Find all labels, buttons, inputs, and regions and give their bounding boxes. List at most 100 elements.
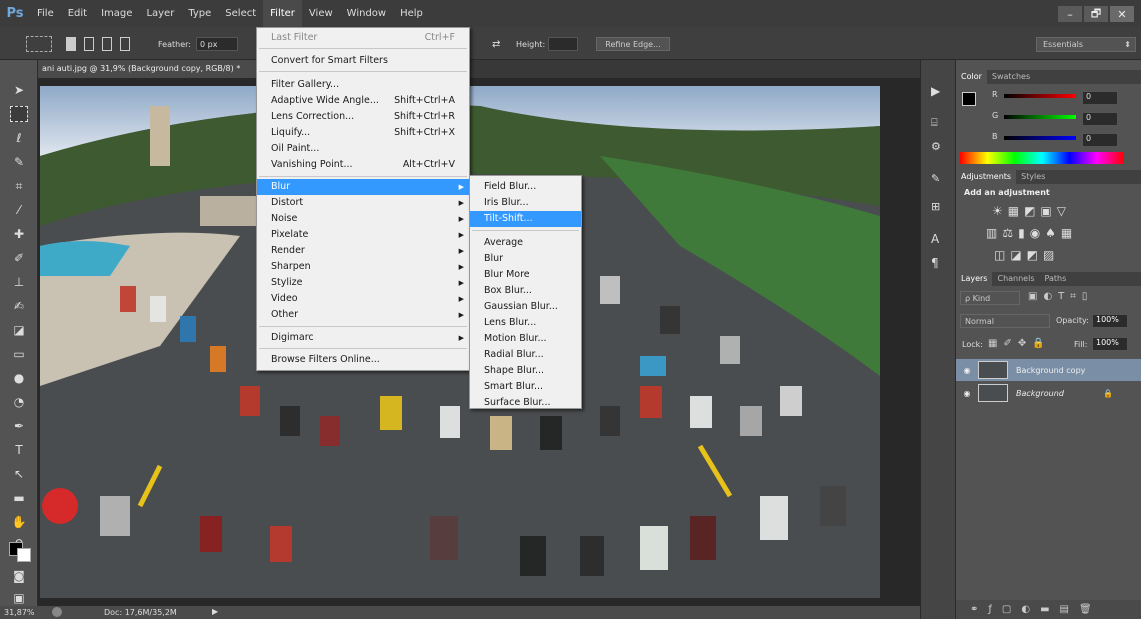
rectangle-tool-icon[interactable]: ▬ [10, 490, 28, 506]
tab-swatches[interactable]: Swatches [987, 70, 1035, 84]
blue-channel-input[interactable]: 0 [1082, 133, 1118, 147]
menu-item-distort[interactable]: Distort ▶ [257, 195, 469, 211]
menu-item-motion-blur[interactable]: Motion Blur... [470, 331, 581, 347]
status-info-icon[interactable] [52, 607, 62, 617]
rectangular-marquee-tool-icon[interactable] [10, 106, 28, 122]
marquee-preset-icon[interactable] [26, 36, 52, 52]
character-icon[interactable]: A [931, 232, 939, 246]
menu-item-oil-paint[interactable]: Oil Paint... [257, 141, 469, 157]
fill-input[interactable]: 100% [1092, 337, 1128, 351]
color-spectrum-bar[interactable] [960, 152, 1124, 164]
layer-row-background-copy[interactable]: ◉ Background copy [956, 359, 1141, 381]
restore-button[interactable]: 🗗 [1084, 6, 1108, 22]
menu-item-radial-blur[interactable]: Radial Blur... [470, 347, 581, 363]
menu-item-noise[interactable]: Noise ▶ [257, 211, 469, 227]
menu-item-blur-basic[interactable]: Blur [470, 251, 581, 267]
adjustment-icons-row-2[interactable]: ▥⚖▮◉♠▦ [986, 226, 1077, 240]
history-brush-tool-icon[interactable]: ✍ [10, 298, 28, 314]
menu-item-render[interactable]: Render ▶ [257, 243, 469, 259]
menu-item-vanishing-point[interactable]: Vanishing Point... Alt+Ctrl+V [257, 157, 469, 173]
quick-mask-icon[interactable]: ◙ [10, 568, 28, 584]
tab-channels[interactable]: Channels [992, 272, 1039, 286]
menu-item-video[interactable]: Video ▶ [257, 291, 469, 307]
menu-item-average[interactable]: Average [470, 235, 581, 251]
clone-stamp-tool-icon[interactable]: ⊥ [10, 274, 28, 290]
adjustment-icons-row-1[interactable]: ☀▦◩▣▽ [992, 204, 1071, 218]
menu-item-other[interactable]: Other ▶ [257, 307, 469, 323]
dodge-tool-icon[interactable]: ◔ [10, 394, 28, 410]
menu-view[interactable]: View [302, 0, 340, 27]
tab-paths[interactable]: Paths [1040, 272, 1072, 286]
menu-item-digimarc[interactable]: Digimarc ▶ [257, 330, 469, 346]
layer-name[interactable]: Background [1016, 389, 1064, 398]
paragraph-icon[interactable]: ¶ [931, 256, 939, 270]
layer-kind-filter[interactable]: ρ Kind [960, 291, 1020, 305]
clone-source-icon[interactable]: ⊞ [931, 200, 940, 213]
layer-row-background[interactable]: ◉ Background 🔒 [956, 382, 1141, 404]
visibility-eye-icon[interactable]: ◉ [956, 389, 978, 398]
tab-adjustments[interactable]: Adjustments [956, 170, 1017, 184]
document-tab[interactable]: ani auti.jpg @ 31,9% (Background copy, R… [38, 60, 268, 78]
menu-type[interactable]: Type [181, 0, 218, 27]
zoom-level[interactable]: 31,87% [4, 608, 35, 617]
menu-image[interactable]: Image [94, 0, 139, 27]
background-color-swatch[interactable] [17, 548, 31, 562]
blend-mode-select[interactable]: Normal [960, 314, 1050, 328]
path-selection-tool-icon[interactable]: ↖ [10, 466, 28, 482]
play-action-icon[interactable]: ▶ [931, 84, 940, 98]
move-tool-icon[interactable]: ➤ [10, 82, 28, 98]
screen-mode-icon[interactable]: ▣ [10, 590, 28, 606]
menu-item-liquify[interactable]: Liquify... Shift+Ctrl+X [257, 125, 469, 141]
brush-tool-icon[interactable]: ✐ [10, 250, 28, 266]
add-selection-icon[interactable] [84, 37, 94, 51]
history-icon[interactable]: ⌸ [931, 116, 938, 130]
menu-layer[interactable]: Layer [139, 0, 181, 27]
properties-icon[interactable]: ⚙ [931, 140, 941, 153]
menu-item-gaussian-blur[interactable]: Gaussian Blur... [470, 299, 581, 315]
red-channel-input[interactable]: 0 [1082, 91, 1118, 105]
layer-name[interactable]: Background copy [1016, 366, 1085, 375]
menu-item-last-filter[interactable]: Last Filter Ctrl+F [257, 30, 469, 46]
gradient-tool-icon[interactable]: ▭ [10, 346, 28, 362]
brush-preset-icon[interactable]: ✎ [931, 172, 940, 185]
quick-selection-tool-icon[interactable]: ✎ [10, 154, 28, 170]
eraser-tool-icon[interactable]: ◪ [10, 322, 28, 338]
menu-item-adaptive-wide-angle[interactable]: Adaptive Wide Angle... Shift+Ctrl+A [257, 93, 469, 109]
subtract-selection-icon[interactable] [102, 37, 112, 51]
menu-edit[interactable]: Edit [61, 0, 94, 27]
green-channel-input[interactable]: 0 [1082, 112, 1118, 126]
height-input[interactable] [548, 37, 578, 51]
swap-icon[interactable]: ⇄ [492, 37, 500, 51]
feather-input[interactable]: 0 px [196, 37, 238, 51]
menu-item-browse-filters-online[interactable]: Browse Filters Online... [257, 352, 469, 368]
close-button[interactable]: ✕ [1110, 6, 1134, 22]
refine-edge-button[interactable]: Refine Edge... [596, 37, 670, 51]
menu-item-iris-blur[interactable]: Iris Blur... [470, 195, 581, 211]
menu-help[interactable]: Help [393, 0, 430, 27]
menu-item-shape-blur[interactable]: Shape Blur... [470, 363, 581, 379]
menu-item-convert-smart-filters[interactable]: Convert for Smart Filters [257, 53, 469, 69]
menu-item-surface-blur[interactable]: Surface Blur... [470, 395, 581, 408]
minimize-button[interactable]: – [1058, 6, 1082, 22]
menu-item-filter-gallery[interactable]: Filter Gallery... [257, 77, 469, 93]
menu-item-box-blur[interactable]: Box Blur... [470, 283, 581, 299]
crop-tool-icon[interactable]: ⌗ [10, 178, 28, 194]
pen-tool-icon[interactable]: ✒ [10, 418, 28, 434]
new-selection-icon[interactable] [66, 37, 76, 51]
tab-styles[interactable]: Styles [1016, 170, 1050, 184]
healing-brush-tool-icon[interactable]: ✚ [10, 226, 28, 242]
menu-file[interactable]: File [30, 0, 61, 27]
lasso-tool-icon[interactable]: ℓ [10, 130, 28, 146]
visibility-eye-icon[interactable]: ◉ [956, 366, 978, 375]
status-menu-arrow-icon[interactable]: ▶ [212, 607, 218, 616]
menu-item-tilt-shift[interactable]: Tilt-Shift... [470, 211, 581, 227]
menu-item-blur[interactable]: Blur ▶ [257, 179, 469, 195]
hand-tool-icon[interactable]: ✋ [10, 514, 28, 530]
menu-select[interactable]: Select [218, 0, 263, 27]
red-channel-slider[interactable] [1004, 94, 1076, 98]
tab-color[interactable]: Color [956, 70, 987, 84]
workspace-select[interactable]: Essentials ⬍ [1036, 37, 1136, 52]
blue-channel-slider[interactable] [1004, 136, 1076, 140]
menu-item-stylize[interactable]: Stylize ▶ [257, 275, 469, 291]
menu-window[interactable]: Window [340, 0, 393, 27]
